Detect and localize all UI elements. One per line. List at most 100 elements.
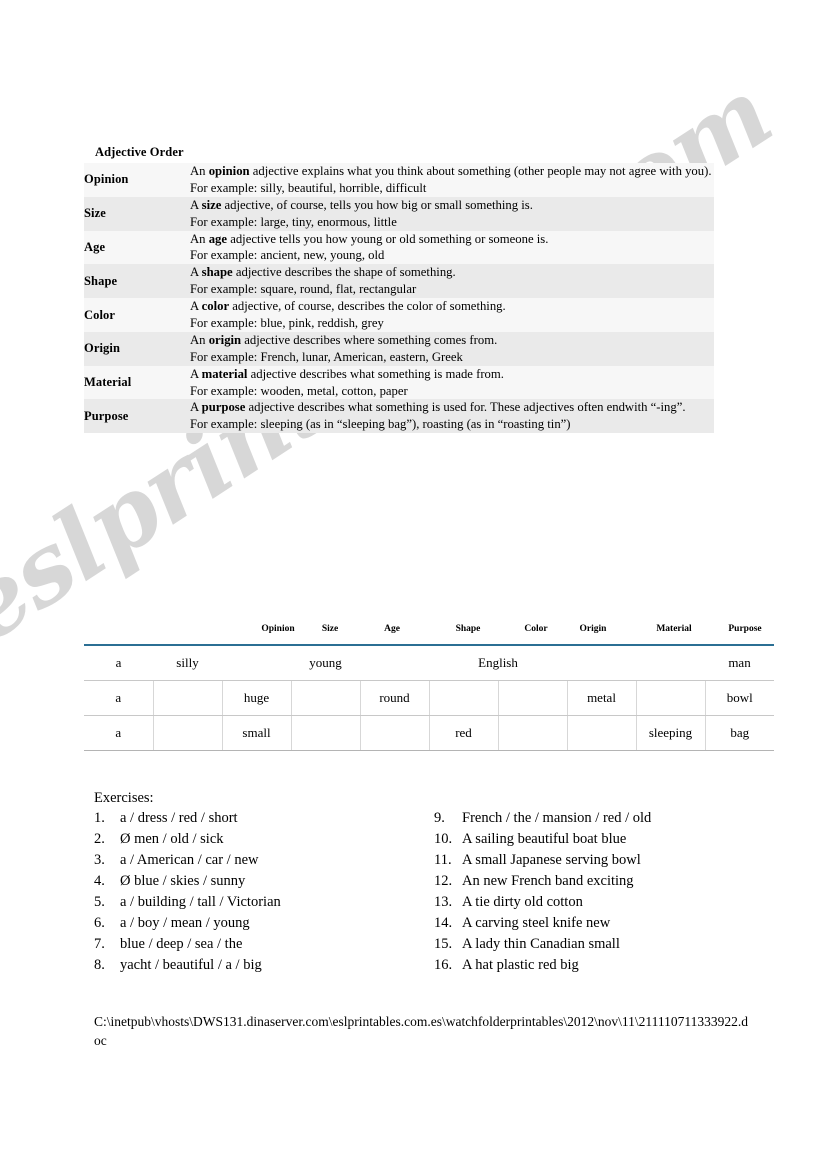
- exercise-number: 8.: [94, 957, 105, 973]
- description-line: An origin adjective describes where some…: [190, 332, 498, 347]
- description-line: A purpose adjective describes what somet…: [190, 400, 686, 415]
- example-table-cell: [152, 680, 222, 716]
- example-table-row: a small red sleeping bag: [84, 715, 775, 751]
- exercise-item: 10. A sailing beautiful boat blue: [434, 829, 764, 850]
- adjective-category-label: Size: [84, 196, 190, 231]
- adjective-description: An age adjective tells you how young or …: [190, 230, 714, 265]
- example-table-cell: [497, 680, 568, 716]
- exercise-text: A lady thin Canadian small: [462, 936, 620, 952]
- exercise-number: 9.: [434, 810, 445, 826]
- adjective-order-row: Shape A shape adjective describes the sha…: [84, 264, 714, 299]
- example-table-cell: sleeping: [635, 715, 706, 751]
- example-column-header: Origin: [579, 624, 607, 634]
- description-line: An opinion adjective explains what you t…: [190, 164, 712, 178]
- example-table-cell: [566, 715, 637, 751]
- exercise-text: Ø blue / skies / sunny: [120, 873, 246, 889]
- adjective-order-table: Opinion An opinion adjective explains wha…: [84, 163, 714, 434]
- exercise-item: 2. Ø men / old / sick: [94, 829, 424, 850]
- exercise-text: A small Japanese serving bowl: [462, 852, 641, 868]
- exercise-item: 12. An new French band exciting: [434, 871, 764, 892]
- adjective-order-row: Color A color adjective, of course, descr…: [84, 298, 714, 332]
- exercise-item: 13. A tie dirty old cotton: [434, 892, 764, 913]
- example-table-body: a silly young English man a huge round metal bowl…: [84, 646, 775, 751]
- description-keyword: origin: [208, 332, 242, 347]
- example-column-header: Material: [656, 624, 692, 634]
- example-table-cell: a: [84, 646, 153, 681]
- exercises-section: Exercises: 1. a / dress / red / short 2. Ø …: [94, 790, 754, 973]
- exercise-number: 16.: [434, 957, 453, 973]
- document-page: Adjective Order Opinion An opinion adject…: [0, 0, 826, 1169]
- example-table-cell: round: [359, 680, 429, 716]
- adjective-order-row: Age An age adjective tells you how young …: [84, 230, 714, 265]
- exercise-number: 2.: [94, 831, 105, 847]
- adjective-description: An opinion adjective explains what you t…: [190, 163, 714, 197]
- description-line: For example: square, round, flat, rectan…: [190, 282, 417, 297]
- example-table-cell: [359, 715, 429, 751]
- exercise-item: 9. French / the / mansion / red / old: [434, 808, 764, 829]
- exercise-text: A sailing beautiful boat blue: [462, 831, 627, 847]
- adjective-category-label: Age: [84, 230, 190, 265]
- exercise-number: 13.: [434, 894, 453, 910]
- example-column-header: Purpose: [728, 624, 762, 634]
- adjective-order-table-body: Opinion An opinion adjective explains wha…: [84, 163, 714, 434]
- adjective-category-label: Opinion: [84, 163, 190, 197]
- exercise-number: 4.: [94, 873, 105, 889]
- exercise-text: a / building / tall / Victorian: [120, 894, 281, 910]
- adjective-category-label: Purpose: [84, 399, 190, 434]
- exercise-text: Ø men / old / sick: [120, 831, 224, 847]
- example-table-cell: [428, 680, 498, 716]
- description-line: For example: sleeping (as in “sleeping b…: [190, 417, 571, 432]
- exercise-item: 14. A carving steel knife new: [434, 913, 764, 934]
- example-column-header: Shape: [455, 624, 481, 634]
- example-table-cell: [290, 680, 360, 716]
- exercise-number: 10.: [434, 831, 453, 847]
- exercise-number: 7.: [94, 936, 105, 952]
- exercise-text: a / American / car / new: [120, 852, 259, 868]
- exercise-text: A tie dirty old cotton: [462, 894, 583, 910]
- description-line: A material adjective describes what some…: [190, 366, 504, 381]
- exercise-text: A carving steel knife new: [462, 915, 611, 931]
- example-table-cell: [360, 646, 429, 681]
- description-line: For example: wooden, metal, cotton, pape…: [190, 383, 408, 398]
- example-table-cell: a: [84, 715, 153, 751]
- adjective-description: A color adjective, of course, describes …: [190, 298, 714, 332]
- example-table: a silly young English man a huge round metal bowl…: [84, 646, 775, 751]
- example-table-cell: huge: [221, 680, 291, 716]
- description-keyword: shape: [201, 265, 233, 280]
- description-line: For example: silly, beautiful, horrible,…: [190, 180, 427, 195]
- exercise-item: 5. a / building / tall / Victorian: [94, 892, 424, 913]
- adjective-order-row: Origin An origin adjective describes wher…: [84, 331, 714, 366]
- description-line: For example: ancient, new, young, old: [190, 248, 385, 263]
- description-keyword: purpose: [201, 400, 246, 415]
- description-line: For example: blue, pink, reddish, grey: [190, 316, 384, 331]
- description-line: For example: French, lunar, American, ea…: [190, 349, 463, 364]
- exercise-number: 11.: [434, 852, 452, 868]
- exercise-text: yacht / beautiful / a / big: [120, 957, 262, 973]
- exercise-item: 16. A hat plastic red big: [434, 955, 764, 976]
- exercise-number: 5.: [94, 894, 105, 910]
- example-table-cell: small: [221, 715, 291, 751]
- adjective-description: A size adjective, of course, tells you h…: [190, 196, 714, 231]
- description-line: For example: large, tiny, enormous, litt…: [190, 214, 397, 229]
- adjective-description: An origin adjective describes where some…: [190, 331, 714, 366]
- exercise-text: a / dress / red / short: [120, 810, 238, 826]
- description-keyword: age: [208, 231, 228, 246]
- exercise-text: French / the / mansion / red / old: [462, 810, 652, 826]
- description-keyword: material: [201, 366, 248, 381]
- exercise-item: 1. a / dress / red / short: [94, 808, 424, 829]
- exercise-item: 11. A small Japanese serving bowl: [434, 850, 764, 871]
- exercise-item: 7. blue / deep / sea / the: [94, 934, 424, 955]
- exercise-text: a / boy / mean / young: [120, 915, 250, 931]
- example-table-cell: [290, 715, 360, 751]
- description-keyword: opinion: [208, 164, 250, 178]
- exercise-number: 3.: [94, 852, 105, 868]
- exercise-number: 15.: [434, 936, 453, 952]
- exercise-item: 15. A lady thin Canadian small: [434, 934, 764, 955]
- example-table-cell: bag: [704, 715, 775, 751]
- description-line: An age adjective tells you how young or …: [190, 231, 549, 246]
- example-column-header: Size: [321, 624, 339, 634]
- header-rule: [84, 644, 774, 646]
- example-table-cell: red: [428, 715, 498, 751]
- example-table-cell: English: [429, 646, 568, 681]
- exercise-number: 6.: [94, 915, 105, 931]
